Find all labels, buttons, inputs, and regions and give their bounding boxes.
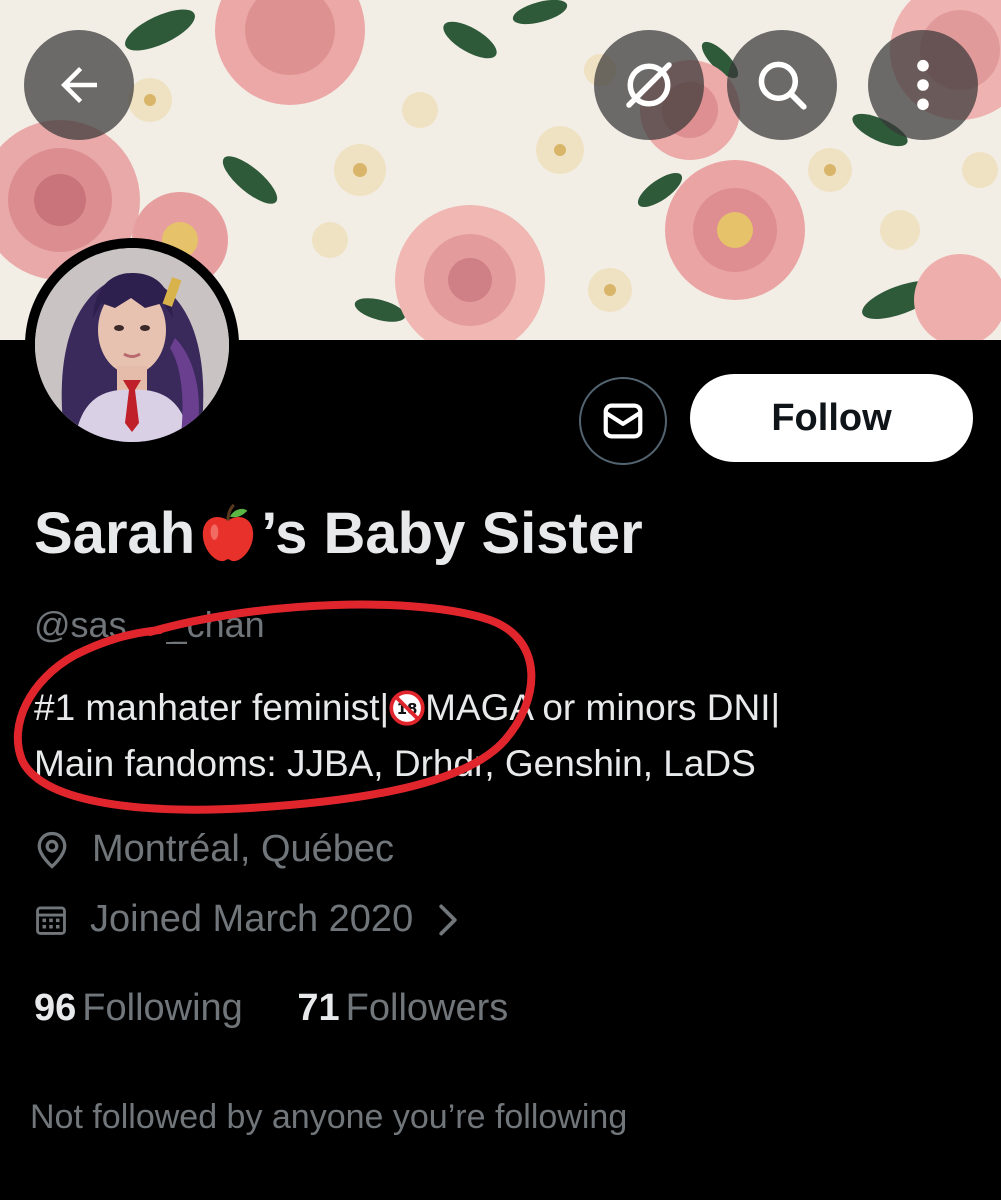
followed-by-note: Not followed by anyone you’re following	[30, 1098, 628, 1136]
following-label: Following	[82, 987, 243, 1029]
apple-emoji	[203, 503, 254, 561]
calendar-icon	[36, 906, 66, 935]
following-link[interactable]: 96 Following	[34, 987, 243, 1030]
bio-line-1: #1 manhater feminist| 18 MAGA or minors …	[34, 680, 780, 736]
followers-link[interactable]: 71 Followers	[297, 987, 508, 1030]
chevron-right-icon[interactable]	[437, 903, 459, 937]
arrow-left-icon	[61, 67, 97, 103]
bio-line-1-end: MAGA or minors DNI|	[425, 687, 781, 728]
following-count: 96	[34, 987, 77, 1029]
search-icon	[758, 61, 807, 110]
message-button[interactable]	[579, 377, 667, 465]
back-button[interactable]	[24, 30, 134, 140]
under-18-prohibited-emoji: 18	[389, 690, 425, 726]
joined-text: Joined March 2020	[90, 898, 414, 940]
location-text: Montréal, Québec	[92, 828, 395, 870]
link-button[interactable]	[594, 30, 704, 140]
vertical-dots-icon	[917, 59, 929, 111]
envelope-icon	[603, 403, 643, 439]
slashed-circle-link-icon	[626, 62, 672, 108]
follow-button[interactable]: Follow	[690, 374, 973, 462]
followers-count: 71	[297, 987, 340, 1029]
display-name-part-1: Sarah	[34, 501, 196, 566]
followers-label: Followers	[345, 987, 509, 1029]
more-options-button[interactable]	[868, 30, 978, 140]
handle-redaction	[128, 602, 176, 642]
follow-counts: 96 Following 71 Followers	[34, 987, 552, 1030]
avatar-photo	[35, 248, 229, 442]
location-pin-icon	[37, 831, 67, 869]
display-name-part-2: ’s Baby Sister	[261, 501, 643, 566]
location-row: Montréal, Québec	[34, 828, 394, 871]
bio-line-2: Main fandoms: JJBA, Drhdr, Genshin, LaDS	[34, 743, 756, 784]
joined-row[interactable]: Joined March 2020	[34, 898, 459, 941]
bio-line-1-start: #1 manhater feminist|	[34, 687, 390, 728]
avatar[interactable]	[25, 238, 239, 452]
search-button[interactable]	[727, 30, 837, 140]
bio: #1 manhater feminist| 18 MAGA or minors …	[34, 680, 780, 792]
display-name: Sarah ’s Baby Sister	[34, 500, 643, 567]
